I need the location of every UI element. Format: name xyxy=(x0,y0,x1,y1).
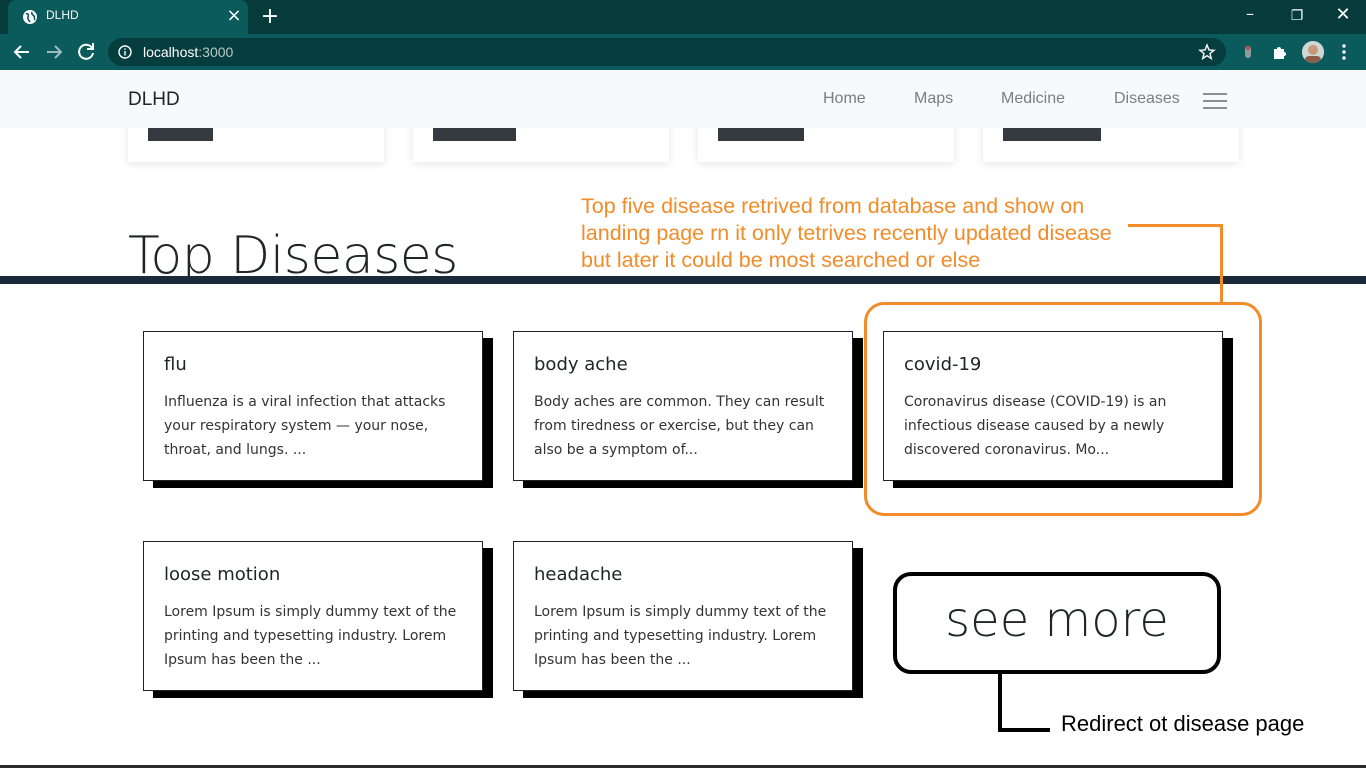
see-more-label: see more xyxy=(945,592,1169,648)
disease-summary: Body aches are common. They can result f… xyxy=(534,394,825,458)
site-navbar: DLHD Home Maps Medicine Diseases xyxy=(0,70,1366,128)
annotation-top-note: Top five disease retrived from database … xyxy=(581,194,1112,272)
nav-link-diseases[interactable]: Diseases xyxy=(1114,90,1180,108)
close-tab-icon[interactable]: × xyxy=(224,6,244,26)
forward-arrow-icon[interactable] xyxy=(42,40,66,64)
section-divider xyxy=(0,276,1366,284)
back-arrow-icon[interactable] xyxy=(10,40,34,64)
globe-icon xyxy=(23,10,37,24)
hamburger-menu-icon[interactable] xyxy=(1203,90,1233,112)
nav-link-medicine[interactable]: Medicine xyxy=(1001,90,1065,108)
see-more-button[interactable]: see more xyxy=(893,572,1221,674)
bookmark-star-icon[interactable] xyxy=(1198,43,1216,61)
annotation-connector xyxy=(1220,224,1223,304)
new-tab-icon[interactable]: + xyxy=(258,5,282,29)
info-icon[interactable] xyxy=(118,45,132,59)
disease-name: flu xyxy=(164,354,187,375)
close-window-icon[interactable]: ✕ xyxy=(1328,4,1358,28)
profile-avatar[interactable] xyxy=(1302,41,1324,63)
browser-toolbar: localhost:3000 xyxy=(0,34,1366,70)
redirect-connector xyxy=(998,674,1002,732)
puzzle-icon[interactable] xyxy=(1270,42,1290,62)
disease-name: body ache xyxy=(534,354,628,375)
redirect-connector xyxy=(998,728,1050,732)
tab-title: DLHD xyxy=(46,8,79,22)
kebab-menu-icon[interactable] xyxy=(1334,42,1354,62)
extension-icon[interactable] xyxy=(1238,42,1258,62)
disease-name: headache xyxy=(534,564,623,585)
disease-name: loose motion xyxy=(164,564,281,585)
disease-card[interactable]: flu Influenza is a viral infection that … xyxy=(143,331,483,481)
browser-tab[interactable]: DLHD × xyxy=(8,0,248,34)
url-port: :3000 xyxy=(198,44,234,60)
disease-card[interactable]: loose motion Lorem Ipsum is simply dummy… xyxy=(143,541,483,691)
annotation-connector xyxy=(1128,224,1222,227)
disease-summary: Lorem Ipsum is simply dummy text of the … xyxy=(164,604,457,668)
reload-icon[interactable] xyxy=(74,40,98,64)
brand-logo[interactable]: DLHD xyxy=(128,89,180,111)
disease-card[interactable]: body ache Body aches are common. They ca… xyxy=(513,331,853,481)
minimize-icon[interactable]: – xyxy=(1235,4,1265,28)
annotation-highlight-box xyxy=(864,302,1262,516)
annotation-redirect-note: Redirect ot disease page xyxy=(1061,711,1305,736)
browser-tab-strip: DLHD × + – ❐ ✕ xyxy=(0,0,1366,34)
disease-summary: Lorem Ipsum is simply dummy text of the … xyxy=(534,604,827,668)
avatar-icon xyxy=(1302,41,1324,63)
address-bar[interactable]: localhost:3000 xyxy=(108,38,1226,66)
disease-card[interactable]: headache Lorem Ipsum is simply dummy tex… xyxy=(513,541,853,691)
url-text: localhost:3000 xyxy=(143,44,233,60)
nav-link-maps[interactable]: Maps xyxy=(914,90,953,108)
url-host: localhost xyxy=(143,44,199,60)
disease-summary: Influenza is a viral infection that atta… xyxy=(164,394,446,458)
restore-icon[interactable]: ❐ xyxy=(1282,4,1312,28)
nav-link-home[interactable]: Home xyxy=(823,90,866,108)
